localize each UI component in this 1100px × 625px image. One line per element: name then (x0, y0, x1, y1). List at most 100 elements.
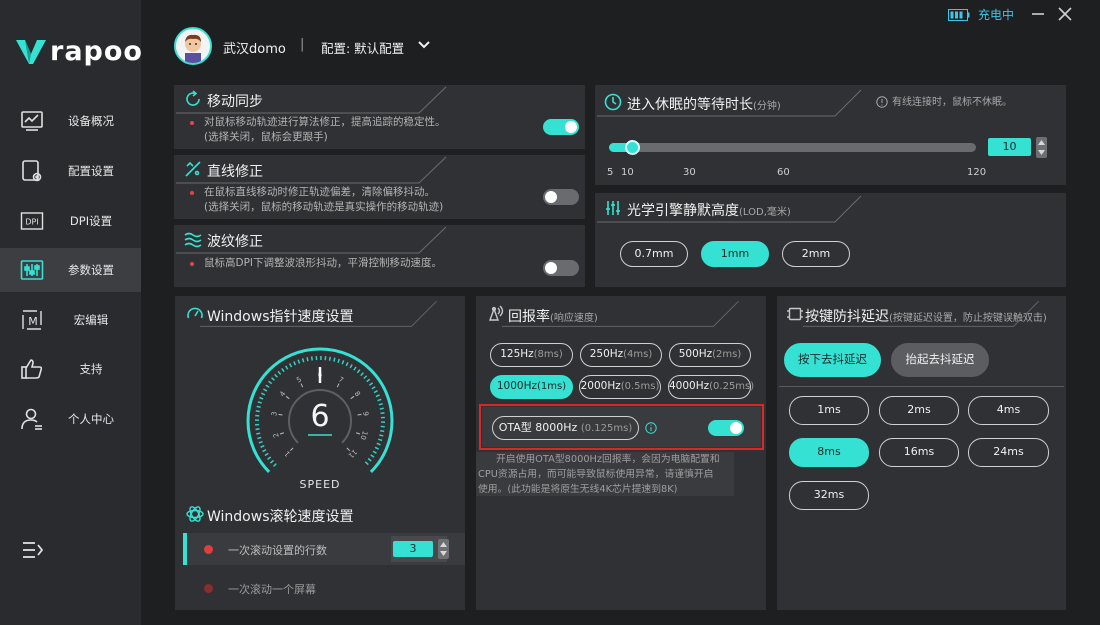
title-underline-decoration (176, 226, 447, 254)
sleep-timer-value[interactable]: 10 (988, 138, 1031, 156)
slider-tick-label: 120 (967, 167, 987, 178)
sidebar-item-label: 支持 (79, 362, 103, 376)
sliders-icon (20, 260, 44, 280)
avatar-illustration (176, 29, 210, 63)
charge-status-text: 充电中 (978, 8, 1015, 22)
gauge-minor-tick (289, 447, 294, 452)
gauge-scale-label: 3 (270, 411, 279, 417)
tab-release-debounce[interactable]: 抬起去抖延迟 (891, 343, 989, 377)
header-separator: | (300, 37, 305, 52)
chevron-down-icon[interactable] (417, 40, 431, 50)
sleep-timer-stepper[interactable] (1036, 137, 1047, 158)
stepper-arrows-icon[interactable] (438, 539, 449, 559)
title-underline-decoration (199, 301, 437, 327)
sidebar-item-label: DPI设置 (69, 214, 113, 228)
lod-option-1mm[interactable]: 1mm (701, 241, 769, 267)
active-indicator (183, 533, 187, 565)
ota-highlight-frame (479, 404, 764, 450)
sidebar-item-label: 配置设置 (68, 164, 114, 178)
gauge-minor-tick (346, 447, 351, 452)
sidebar-item-support[interactable]: 支持 (0, 347, 141, 391)
lod-option-2mm[interactable]: 2mm (782, 241, 850, 267)
ripple-control-toggle[interactable] (543, 260, 579, 276)
macro-icon: M (22, 310, 42, 330)
polling-option-2000hz[interactable]: 2000Hz(0.5ms) (579, 375, 661, 399)
sidebar-item-macro-editor[interactable]: M 宏编辑 (0, 298, 141, 342)
scroll-lines-label: 一次滚动设置的行数 (228, 544, 327, 557)
gauge-scale-label: 9 (361, 411, 370, 417)
slider-tick-label: 60 (777, 167, 790, 178)
sleep-timer-note: 有线连接时，鼠标不休眠。 (892, 97, 1012, 108)
ripple-control-description: 鼠标高DPI下调整波浪形抖动，平滑控制移动速度。 (204, 257, 443, 269)
debounce-option-4ms[interactable]: 4ms (968, 396, 1049, 425)
menu-collapse-icon[interactable] (22, 540, 44, 560)
gauge-minor-tick (279, 432, 285, 435)
title-underline-decoration (802, 301, 1039, 327)
scroll-screen-label: 一次滚动一个屏幕 (228, 583, 316, 596)
radio-selected-dot[interactable] (204, 545, 213, 554)
debounce-option-16ms[interactable]: 16ms (879, 438, 959, 467)
polling-option-500hz[interactable]: 500Hz(2ms) (669, 343, 751, 367)
config-selector-label[interactable]: 配置: 默认配置 (321, 38, 404, 57)
sidebar-item-config-settings[interactable]: 配置设置 (0, 149, 141, 193)
user-name: 武汉domo (223, 42, 286, 57)
slider-tick-label: 30 (683, 167, 696, 178)
sidebar-item-dpi-settings[interactable]: DPI DPI设置 (0, 199, 141, 243)
atom-scroll-icon (186, 506, 204, 522)
polling-option-1000hz[interactable]: 1000Hz(1ms) (490, 375, 573, 399)
sidebar-item-parameter-settings[interactable]: 参数设置 (0, 248, 141, 292)
debounce-option-24ms[interactable]: 24ms (968, 438, 1049, 467)
svg-text:DPI: DPI (25, 218, 38, 227)
debounce-option-1ms[interactable]: 1ms (789, 396, 869, 425)
close-icon[interactable] (1056, 5, 1074, 23)
motion-sync-toggle[interactable] (543, 119, 579, 135)
sidebar-item-device-overview[interactable]: 设备概况 (0, 99, 141, 143)
bullet-dot (190, 262, 194, 266)
minimize-icon[interactable] (1029, 5, 1047, 23)
debounce-option-2ms[interactable]: 2ms (879, 396, 959, 425)
ota-warning-note: 开启使用OTA型8000Hz回报率，会因为电脑配置和 CPU资源占用，而可能导致… (476, 452, 734, 496)
battery-icon (948, 8, 970, 21)
sidebar-item-label: 设备概况 (68, 114, 114, 128)
gauge-minor-tick (285, 395, 290, 400)
scroll-lines-value[interactable]: 3 (393, 541, 433, 557)
gauge-minor-tick (300, 383, 304, 388)
pointer-speed-value: 6 (310, 399, 330, 434)
sidebar: rapoo 设备概况 配置设置 DPI DPI设置 参数设置 M 宏编辑 支持 … (0, 0, 143, 625)
sidebar-item-label: 个人中心 (68, 412, 114, 426)
lod-option-0.7mm[interactable]: 0.7mm (620, 241, 688, 267)
mouse-settings-icon (22, 160, 42, 182)
avatar[interactable] (174, 27, 212, 65)
scroll-lines-stepper[interactable] (438, 539, 449, 559)
debounce-option-8ms[interactable]: 8ms (789, 438, 869, 467)
debounce-option-32ms[interactable]: 32ms (789, 481, 869, 510)
gauge-scale-label: 2 (272, 432, 281, 439)
slider-tick-label: 5 (607, 167, 614, 178)
gauge-minor-tick (278, 413, 283, 416)
brand-name: rapoo (50, 36, 143, 67)
scroll-lines-row[interactable]: 一次滚动设置的行数 3 (183, 533, 465, 565)
gauge-label: SPEED (299, 478, 341, 491)
sleep-timer-slider[interactable] (609, 140, 976, 155)
bullet-dot (190, 191, 194, 195)
title-underline-decoration (176, 156, 447, 184)
polling-option-4000hz[interactable]: 4000Hz(0.25ms) (668, 375, 754, 399)
wheel-speed-title: Windows滚轮速度设置 (207, 509, 354, 525)
motion-sync-description: 对鼠标移动轨迹进行算法修正，提高追踪的稳定性。 (选择关闭，鼠标会更跟手) (204, 116, 446, 143)
monitor-chart-icon (21, 111, 43, 131)
angle-snap-description: 在鼠标直线移动时修正轨迹偏差，清除偏移抖动。 (选择关闭，鼠标的移动轨迹是真实操… (204, 186, 444, 213)
stepper-arrows-icon[interactable] (1036, 137, 1047, 158)
gauge-minor-tick (355, 432, 361, 435)
polling-option-250hz[interactable]: 250Hz(4ms) (580, 343, 662, 367)
gauge-minor-tick (350, 395, 355, 400)
polling-option-125hz[interactable]: 125Hz(8ms) (490, 343, 573, 367)
angle-snap-toggle[interactable] (543, 189, 579, 205)
slider-thumb[interactable] (625, 140, 640, 155)
title-underline-decoration (176, 86, 447, 114)
tab-press-debounce[interactable]: 按下去抖延迟 (784, 343, 881, 377)
radio-unselected-dot[interactable] (204, 584, 213, 593)
sidebar-item-user-center[interactable]: 个人中心 (0, 397, 141, 441)
scroll-screen-row[interactable]: 一次滚动一个屏幕 (183, 572, 465, 604)
gauge-minor-tick (357, 413, 362, 416)
bullet-dot (190, 121, 194, 125)
